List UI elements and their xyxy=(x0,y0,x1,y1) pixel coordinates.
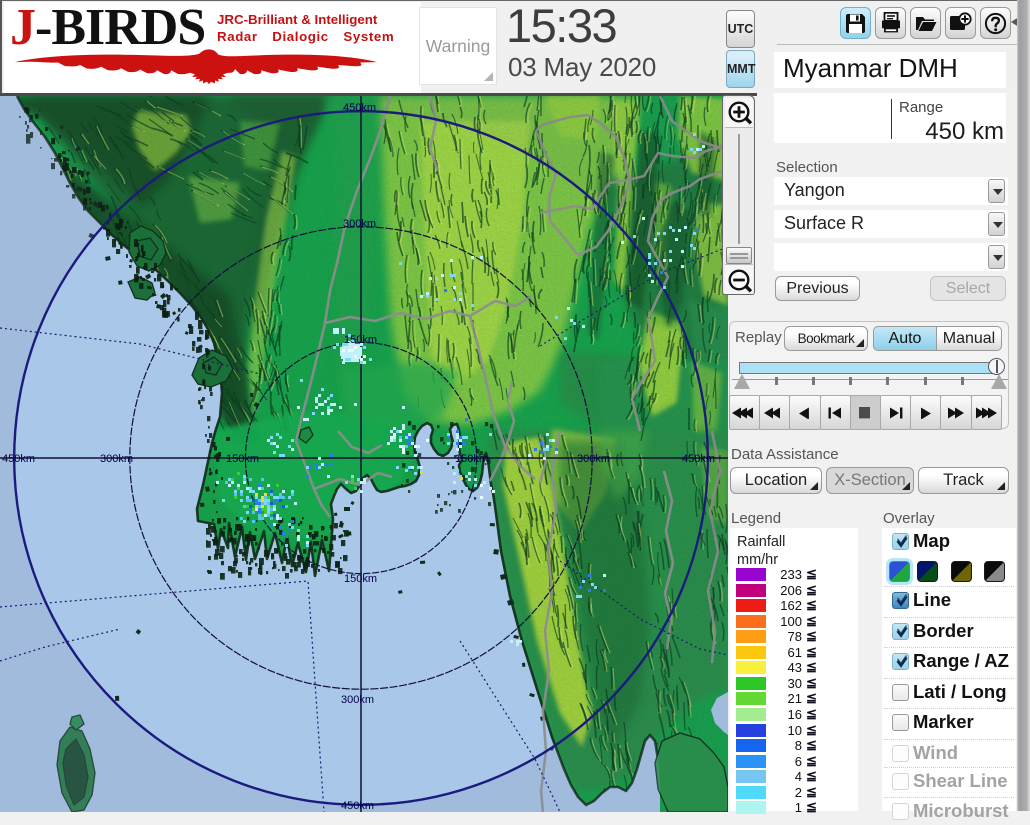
svg-text:450km: 450km xyxy=(682,453,715,465)
svg-text:300km: 300km xyxy=(343,218,376,230)
svg-text:150km: 150km xyxy=(455,453,488,465)
svg-text:450km: 450km xyxy=(2,453,35,465)
svg-text:300km: 300km xyxy=(100,453,133,465)
svg-text:300km: 300km xyxy=(577,453,610,465)
svg-text:150km: 150km xyxy=(344,573,377,585)
svg-text:450km: 450km xyxy=(341,800,374,812)
svg-text:150km: 150km xyxy=(226,453,259,465)
svg-text:450km: 450km xyxy=(343,102,376,114)
svg-text:150km: 150km xyxy=(344,334,377,346)
svg-text:300km: 300km xyxy=(341,694,374,706)
